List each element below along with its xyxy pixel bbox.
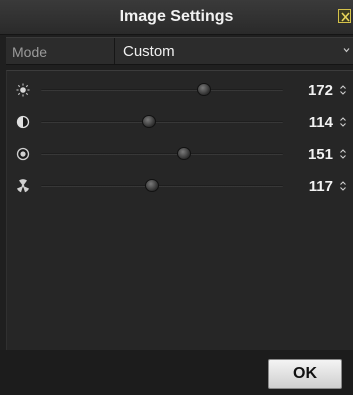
spinner-arrows-icon[interactable] bbox=[339, 116, 347, 128]
close-button[interactable] bbox=[338, 9, 351, 23]
contrast-value[interactable]: 114 bbox=[299, 114, 333, 131]
brightness-row: 172 bbox=[7, 78, 352, 102]
title-bar: Image Settings bbox=[0, 0, 353, 35]
spinner-arrows-icon[interactable] bbox=[339, 84, 347, 96]
slider-panel: 172 114 151 117 bbox=[6, 70, 353, 350]
saturation-value[interactable]: 151 bbox=[299, 146, 333, 163]
close-icon bbox=[341, 12, 350, 22]
sharpness-slider-track[interactable] bbox=[41, 185, 283, 187]
mode-label: Mode bbox=[12, 44, 48, 60]
ok-button[interactable]: OK bbox=[268, 359, 342, 389]
brightness-slider-thumb[interactable] bbox=[197, 83, 212, 96]
brightness-value[interactable]: 172 bbox=[299, 82, 333, 99]
mode-select[interactable]: Custom bbox=[123, 43, 175, 60]
contrast-slider-track[interactable] bbox=[41, 121, 283, 123]
contrast-row: 114 bbox=[7, 110, 352, 134]
sharpness-slider-thumb[interactable] bbox=[145, 179, 159, 192]
saturation-slider-thumb[interactable] bbox=[177, 147, 192, 160]
spinner-arrows-icon[interactable] bbox=[339, 180, 347, 192]
saturation-row: 151 bbox=[7, 142, 352, 166]
saturation-slider-track[interactable] bbox=[41, 153, 283, 155]
sharpness-row: 117 bbox=[7, 174, 352, 198]
spinner-arrows-icon[interactable] bbox=[339, 148, 347, 160]
dialog-title: Image Settings bbox=[119, 8, 234, 25]
brightness-slider-track[interactable] bbox=[41, 89, 283, 91]
saturation-icon bbox=[16, 147, 30, 161]
chevron-down-icon[interactable] bbox=[343, 47, 350, 53]
brightness-icon bbox=[16, 83, 30, 97]
sharpness-icon bbox=[17, 179, 29, 193]
contrast-slider-thumb[interactable] bbox=[142, 115, 157, 128]
mode-divider bbox=[114, 38, 115, 64]
dialog-footer: OK bbox=[0, 350, 353, 395]
contrast-icon bbox=[16, 115, 30, 129]
sharpness-value[interactable]: 117 bbox=[299, 178, 333, 195]
image-settings-dialog: Image Settings Mode Custom 172 114 151 1… bbox=[0, 0, 353, 395]
mode-row: Mode Custom bbox=[6, 37, 353, 65]
